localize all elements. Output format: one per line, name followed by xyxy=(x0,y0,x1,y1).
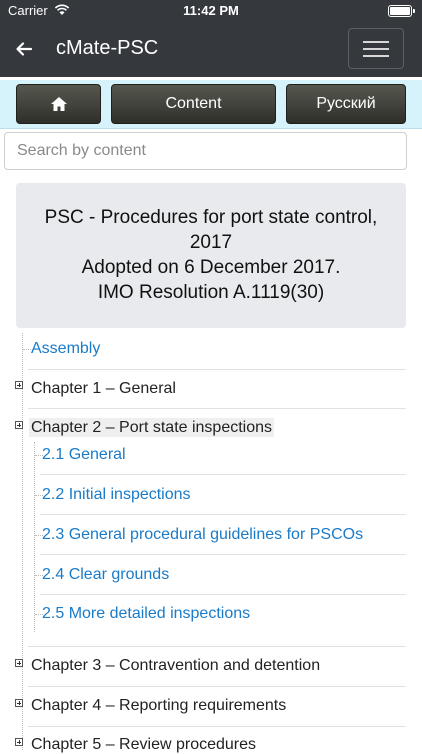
tree-item-section-2-1[interactable]: 2.1 General xyxy=(42,446,126,464)
tree-item-chapter-5[interactable]: Chapter 5 – Review procedures xyxy=(31,736,256,754)
tree-item-section-2-2[interactable]: 2.2 Initial inspections xyxy=(42,486,191,504)
tree-item-chapter-3[interactable]: Chapter 3 – Contravention and detention xyxy=(31,657,320,675)
tree-item-section-2-5[interactable]: 2.5 More detailed inspections xyxy=(42,605,250,623)
content-tree: Assembly Chapter 1 – General Chapter 2 –… xyxy=(0,0,422,753)
expand-icon[interactable] xyxy=(15,421,23,429)
expand-icon[interactable] xyxy=(15,659,23,667)
expand-icon[interactable] xyxy=(15,699,23,707)
tree-item-section-2-4[interactable]: 2.4 Clear grounds xyxy=(42,566,169,584)
tree-item-section-2-3[interactable]: 2.3 General procedural guidelines for PS… xyxy=(42,526,363,544)
tree-item-chapter-1[interactable]: Chapter 1 – General xyxy=(31,380,176,398)
tree-guide-line xyxy=(34,442,35,632)
tree-item-chapter-4[interactable]: Chapter 4 – Reporting requirements xyxy=(31,697,286,715)
tree-item-assembly[interactable]: Assembly xyxy=(31,340,100,358)
tree-item-label: Chapter 2 – Port state inspections xyxy=(29,418,275,437)
tree-item-chapter-2[interactable]: Chapter 2 – Port state inspections xyxy=(29,418,275,437)
expand-icon[interactable] xyxy=(15,738,23,746)
expand-icon[interactable] xyxy=(15,381,23,389)
tree-guide-line xyxy=(22,333,23,750)
